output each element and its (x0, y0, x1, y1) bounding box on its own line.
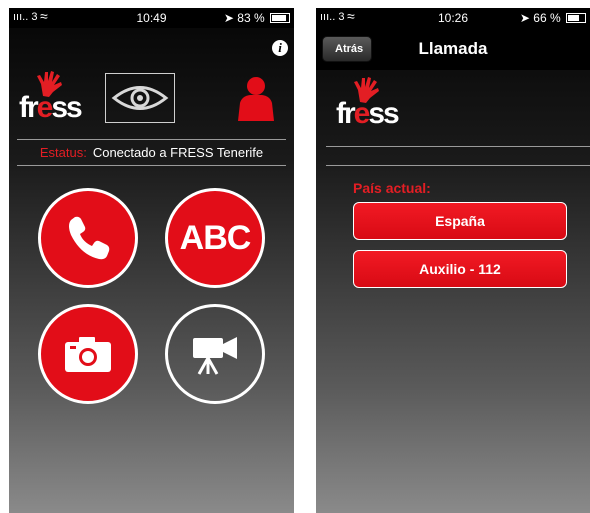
photo-button[interactable] (38, 304, 138, 404)
camera-icon (65, 337, 111, 372)
status-right: ➤ 66 % (520, 11, 586, 25)
battery-icon (566, 13, 586, 23)
country-button[interactable]: España (353, 202, 567, 240)
battery-percent: 66 % (533, 11, 561, 25)
fress-logo: fress (336, 76, 406, 131)
connection-status: Estatus: Conectado a FRESS Tenerife (17, 139, 286, 166)
battery-icon (270, 13, 290, 23)
text-button[interactable]: ABC (165, 188, 265, 288)
page-title: Llamada (418, 39, 488, 58)
eye-button[interactable] (105, 73, 175, 123)
info-icon[interactable]: i (272, 40, 288, 56)
video-camera-icon (193, 337, 237, 375)
country-label: País actual: (353, 180, 431, 196)
emergency-call-button[interactable]: Auxilio - 112 (353, 250, 567, 288)
battery-percent: 83 % (237, 11, 265, 25)
video-button[interactable] (165, 304, 265, 404)
status-value: Conectado a FRESS Tenerife (92, 145, 264, 160)
main-screen: ııı.. 3 ≈ 10:49 ➤ 83 % i fress Estatus: C… (9, 8, 294, 513)
phone-icon (69, 216, 110, 260)
fress-logo: fress (19, 70, 89, 125)
nav-bar: Atrás Llamada (316, 28, 590, 70)
abc-label: ABC (179, 218, 252, 257)
status-label: Estatus: (39, 145, 87, 160)
status-bar: ııı.. 3 ≈ 10:49 ➤ 83 % (9, 8, 294, 28)
logo-text: fress (336, 97, 400, 130)
call-screen: ııı.. 3 ≈ 10:26 ➤ 66 % Atrás Llamada fre… (316, 8, 590, 513)
divider (326, 146, 590, 166)
location-icon: ➤ (223, 11, 234, 25)
status-bar: ııı.. 3 ≈ 10:26 ➤ 66 % (316, 8, 590, 28)
status-right: ➤ 83 % (224, 11, 290, 25)
logo-text: fress (19, 91, 83, 124)
location-icon: ➤ (519, 11, 530, 25)
call-button[interactable] (38, 188, 138, 288)
eye-icon (111, 86, 169, 110)
person-icon[interactable] (236, 75, 276, 121)
